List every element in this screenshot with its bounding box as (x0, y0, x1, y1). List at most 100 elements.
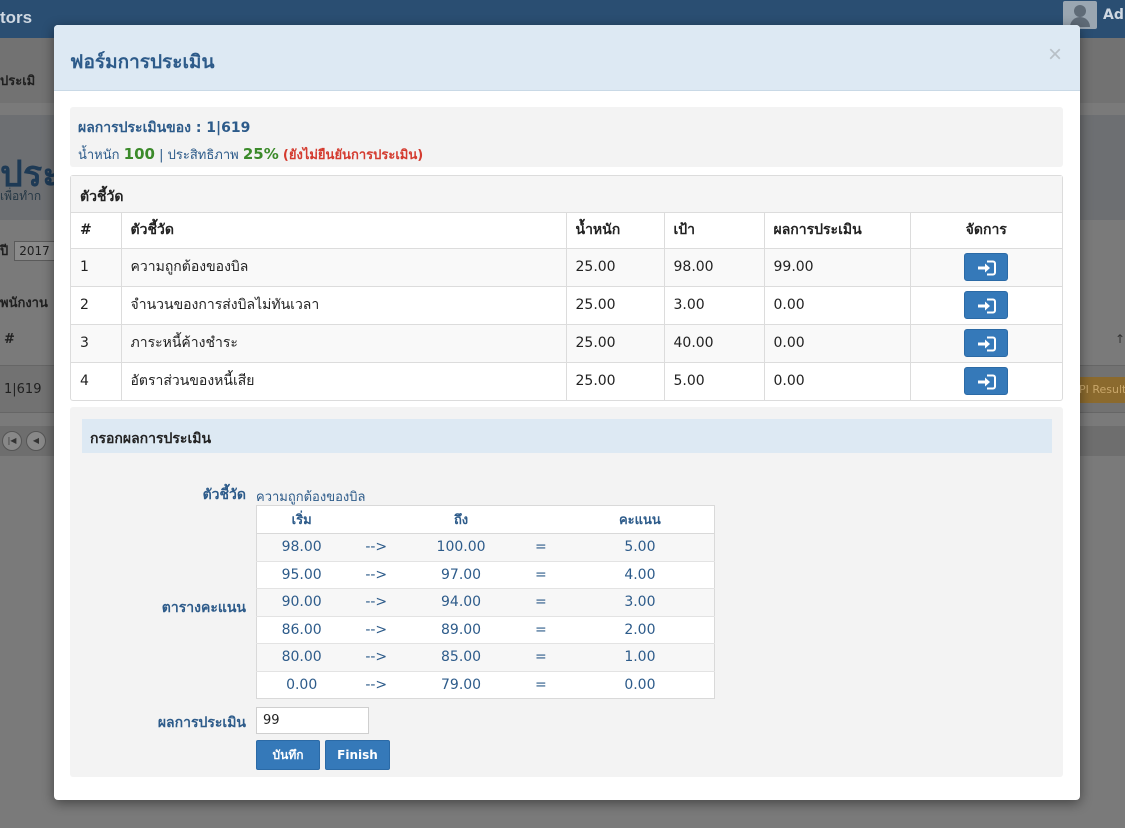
cell-result: 0.00 (763, 361, 910, 400)
score-points: 1.00 (565, 643, 715, 671)
score-row: 98.00 --> 100.00 = 5.00 (256, 533, 715, 561)
prev-page-icon[interactable]: ◀ (26, 431, 46, 451)
cell-result: 99.00 (763, 247, 910, 286)
kpi-panel: ตัวชี้วัด # ตัวชี้วัด น้ำหนัก เป้า ผลการ… (70, 175, 1063, 401)
col-end: ถึง (406, 505, 516, 534)
table-row: 4 อัตราส่วนของหนี้เสีย 25.00 5.00 0.00 (71, 361, 1062, 400)
first-page-icon[interactable]: |◀ (2, 431, 22, 451)
score-points: 4.00 (565, 560, 715, 589)
cell-target: 98.00 (663, 247, 764, 286)
score-equals: = (515, 615, 566, 644)
cell-target: 3.00 (663, 285, 764, 324)
cell-number: 4 (71, 361, 121, 400)
enter-score-button[interactable] (964, 367, 1009, 396)
score-points: 0.00 (565, 670, 715, 699)
indicator-value: ความถูกต้องของบิล (256, 490, 366, 505)
evaluation-modal: ฟอร์มการประเมิน × ผลการประเมินของ : 1|61… (54, 25, 1080, 800)
cell-result: 0.00 (763, 323, 910, 362)
brand-title[interactable]: tors (0, 8, 32, 28)
year-label: ปี (0, 244, 9, 259)
score-row: 90.00 --> 94.00 = 3.00 (256, 588, 715, 616)
score-row: 0.00 --> 79.00 = 0.00 (256, 670, 715, 699)
row-id: 1|619 (4, 382, 42, 397)
sign-in-icon (978, 260, 997, 276)
score-arrow: --> (346, 643, 407, 671)
save-button[interactable]: บันทึก (256, 740, 320, 770)
score-table: เริ่ม ถึง คะแนน 98.00 --> 100.00 = 5.00 … (256, 505, 715, 699)
score-row: 80.00 --> 85.00 = 1.00 (256, 643, 715, 671)
efficiency-label: ประสิทธิภาพ (167, 148, 239, 163)
kpi-panel-title: ตัวชี้วัด (71, 176, 1062, 213)
cell-weight: 25.00 (565, 285, 664, 324)
cell-indicator: ภาระหนี้ค้างชำระ (120, 323, 566, 362)
cell-number: 1 (71, 247, 121, 286)
result-input[interactable] (256, 707, 369, 734)
score-table-header: เริ่ม ถึง คะแนน (256, 505, 715, 534)
status-badge: (ยังไม่ยืนยันการประเมิน) (282, 148, 424, 163)
cell-target: 40.00 (663, 323, 764, 362)
col-actions: จัดการ (909, 213, 1062, 249)
score-equals: = (515, 533, 566, 561)
summary-separator: | (159, 148, 164, 163)
score-table-label: ตารางคะแนน (161, 600, 246, 616)
indicator-label: ตัวชี้วัด (202, 487, 246, 503)
score-end: 89.00 (406, 615, 516, 644)
score-equals: = (515, 588, 566, 616)
score-end: 100.00 (406, 533, 516, 561)
sign-in-icon (978, 336, 997, 352)
cell-actions (909, 323, 1062, 362)
cell-weight: 25.00 (565, 361, 664, 400)
breadcrumb-item[interactable]: ประเมิ (0, 70, 35, 91)
user-name: Ad (1103, 7, 1124, 23)
score-arrow: --> (346, 615, 407, 644)
year-select[interactable]: 2017 (14, 240, 55, 261)
cell-actions (909, 361, 1062, 400)
page-subtitle: เพื่อทำก (0, 189, 42, 203)
sign-in-icon (978, 374, 997, 390)
cell-target: 5.00 (663, 361, 764, 400)
col-target: เป้า (663, 213, 764, 249)
cell-weight: 25.00 (565, 247, 664, 286)
kpi-result-button[interactable]: PI Result (1075, 377, 1125, 403)
col-result: ผลการประเมิน (763, 213, 910, 249)
col-weight: น้ำหนัก (565, 213, 664, 249)
enter-score-button[interactable] (964, 329, 1009, 357)
col-indicator: ตัวชี้วัด (120, 213, 566, 249)
modal-title: ฟอร์มการประเมิน (70, 51, 215, 73)
col-score: คะแนน (565, 505, 715, 534)
employee-section-title: พนักงาน (0, 296, 48, 311)
kpi-table: # ตัวชี้วัด น้ำหนัก เป้า ผลการประเมิน จั… (71, 213, 1062, 400)
score-equals: = (515, 670, 566, 699)
score-entry-title: กรอกผลการประเมิน (82, 419, 1052, 453)
score-start: 86.00 (256, 615, 347, 644)
enter-score-button[interactable] (964, 291, 1009, 319)
score-arrow: --> (346, 588, 407, 616)
close-icon[interactable]: × (1048, 41, 1062, 69)
efficiency-value: 25% (242, 145, 279, 163)
table-row: 2 จำนวนของการส่งบิลไม่ทันเวลา 25.00 3.00… (71, 285, 1062, 324)
result-label: ผลการประเมิน (157, 715, 246, 731)
kpi-table-header: # ตัวชี้วัด น้ำหนัก เป้า ผลการประเมิน จั… (71, 213, 1062, 249)
col-start: เริ่ม (256, 505, 347, 534)
cell-indicator: จำนวนของการส่งบิลไม่ทันเวลา (120, 285, 566, 324)
score-arrow: --> (346, 560, 407, 589)
col-number: # (71, 213, 121, 249)
cell-result: 0.00 (763, 285, 910, 324)
score-end: 79.00 (406, 670, 516, 699)
cell-number: 3 (71, 323, 121, 362)
weight-value: 100 (123, 145, 155, 163)
enter-score-button[interactable] (964, 253, 1009, 281)
score-start: 80.00 (256, 643, 347, 671)
score-start: 0.00 (256, 670, 347, 699)
col-arrow (346, 505, 407, 534)
table-row: 3 ภาระหนี้ค้างชำระ 25.00 40.00 0.00 (71, 323, 1062, 362)
score-start: 95.00 (256, 560, 347, 589)
cell-indicator: อัตราส่วนของหนี้เสีย (120, 361, 566, 400)
weight-label: น้ำหนัก (78, 148, 120, 163)
score-row: 95.00 --> 97.00 = 4.00 (256, 560, 715, 589)
modal-header: ฟอร์มการประเมิน × (54, 25, 1080, 91)
year-filter: ปี 2017 (0, 240, 55, 261)
score-start: 98.00 (256, 533, 347, 561)
finish-button[interactable]: Finish (325, 740, 390, 770)
table-row: 1 ความถูกต้องของบิล 25.00 98.00 99.00 (71, 247, 1062, 286)
